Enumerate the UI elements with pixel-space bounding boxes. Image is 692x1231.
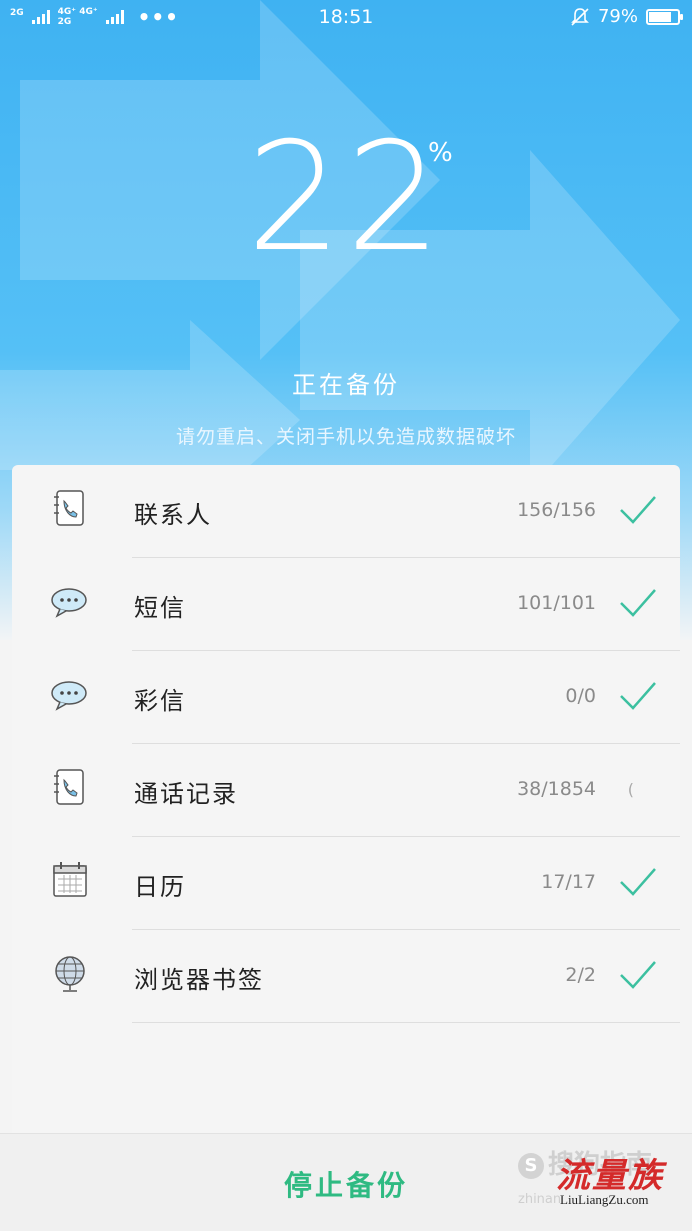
watermark-liuliangzu: 流量族 [556,1156,664,1196]
backup-status-title: 正在备份 [292,371,400,399]
check-icon [620,961,656,989]
list-item-browser-bookmarks[interactable]: 浏览器书签 2/2 [12,930,680,1023]
contacts-book-icon [48,487,92,531]
item-count: 101/101 [517,592,596,614]
loading-spinner-icon: ( [627,780,634,799]
check-icon [620,589,656,617]
item-count: 156/156 [517,499,596,521]
item-label: 联系人 [134,501,212,529]
battery-level-fill [649,11,672,22]
check-icon [620,496,656,524]
item-count: 2/2 [565,964,596,986]
battery-percent: 79% [597,6,638,27]
item-label: 日历 [134,873,186,901]
globe-icon [48,952,92,996]
item-label: 通话记录 [134,780,238,808]
message-bubble-icon [48,580,92,624]
status-bar: 2G 4G⁺ 4G⁺ 2G ••• 18:51 79% [0,0,692,36]
contacts-book-icon [48,766,92,810]
list-item-call-log[interactable]: 通话记录 38/1854 ( [12,744,680,837]
backup-warning-text: 请勿重启、关闭手机以免造成数据破坏 [175,426,516,448]
list-item-mms[interactable]: 彩信 0/0 [12,651,680,744]
calendar-icon [48,859,92,903]
item-count: 17/17 [541,871,596,893]
item-count: 38/1854 [517,778,596,800]
item-label: 彩信 [134,687,186,715]
item-count: 0/0 [565,685,596,707]
list-item-sms[interactable]: 短信 101/101 [12,558,680,651]
check-icon [620,868,656,896]
percent-unit: % [428,138,453,168]
item-label: 短信 [134,594,186,622]
list-item-calendar[interactable]: 日历 17/17 [12,837,680,930]
watermark-liuliangzu-url: LiuLiangZu.com [560,1192,649,1207]
divider [132,1022,680,1023]
bottom-action-bar: S 搜狗指南 zhinan 停止备份 流量族 LiuLiangZu.com [0,1133,692,1231]
backup-items-card: 联系人 156/156 短信 101/101 彩信 0/0 通话记录 38/18… [12,465,680,1145]
message-bubble-icon [48,673,92,717]
battery-icon [646,8,683,25]
list-item-contacts[interactable]: 联系人 156/156 [12,465,680,558]
bell-off-icon [571,7,589,26]
backup-progress-value: 22 [246,111,446,285]
check-icon [620,682,656,710]
item-label: 浏览器书签 [134,966,264,994]
